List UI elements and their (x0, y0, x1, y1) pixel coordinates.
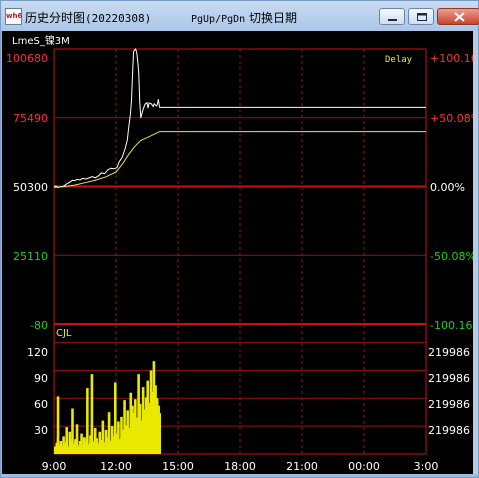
window-date-code: (20220308) (85, 12, 152, 25)
volume-right-tick-0: 219986 (428, 346, 470, 359)
volume-tick-0: 120 (27, 346, 48, 359)
chart-grid (53, 48, 427, 455)
intraday-chart: LmeS_镍3M Delay 100680 75490 50300 25110 … (6, 34, 479, 473)
maximize-button[interactable] (408, 8, 434, 25)
volume-bars (54, 361, 161, 454)
intraday-chart-panel: LmeS_镍3M Delay 100680 75490 50300 25110 … (2, 31, 479, 474)
delay-label: Delay (385, 55, 413, 65)
pct-tick-3: -50.08% (430, 250, 473, 263)
pct-tick-0: +100.16 (430, 52, 473, 65)
app-window: wh6 历史分时图(20220308) PgUp/PgDn 切换日期 LmeS_… (0, 0, 479, 478)
time-tick-3: 18:00 (224, 460, 256, 473)
volume-tick-1: 90 (34, 372, 48, 385)
date-switch-hint: PgUp/PgDn 切换日期 (191, 9, 297, 26)
pct-tick-1: +50.08% (430, 112, 473, 125)
volume-right-tick-1: 219986 (428, 372, 470, 385)
title-bar[interactable]: wh6 历史分时图(20220308) PgUp/PgDn 切换日期 (1, 1, 479, 31)
pct-tick-4: -100.16% (430, 319, 473, 332)
time-tick-4: 21:00 (286, 460, 318, 473)
volume-label: CJL (56, 328, 72, 339)
app-logo-icon: wh6 (5, 8, 22, 25)
minimize-button[interactable] (379, 8, 405, 25)
time-tick-0: 9:00 (42, 460, 67, 473)
price-tick-4: -80 (30, 319, 48, 332)
time-tick-2: 15:00 (162, 460, 194, 473)
price-tick-3: 25110 (13, 250, 48, 263)
window-title: 历史分时图(20220308) (25, 9, 151, 26)
window-title-label: 历史分时图 (25, 11, 86, 25)
volume-tick-3: 30 (34, 424, 48, 437)
pct-tick-2: 0.00% (430, 181, 465, 194)
price-tick-0: 100680 (6, 52, 48, 65)
price-tick-2: 50300 (13, 181, 48, 194)
close-icon (454, 12, 465, 22)
volume-right-tick-2: 219986 (428, 398, 470, 411)
price-tick-1: 75490 (13, 112, 48, 125)
window-right-border (473, 31, 478, 474)
price-line (53, 48, 160, 189)
hint-keys: PgUp/PgDn (191, 14, 246, 25)
volume-tick-2: 60 (34, 398, 48, 411)
volume-right-tick-3: 219986 (428, 424, 470, 437)
time-tick-5: 00:00 (348, 460, 380, 473)
hint-text: 切换日期 (249, 11, 298, 25)
instrument-label: LmeS_镍3M (12, 34, 70, 47)
maximize-icon (417, 13, 427, 21)
minimize-icon (388, 19, 397, 21)
time-tick-1: 12:00 (100, 460, 132, 473)
close-button[interactable] (437, 8, 479, 25)
average-line (53, 131, 160, 188)
time-tick-6: 3:00 (414, 460, 439, 473)
